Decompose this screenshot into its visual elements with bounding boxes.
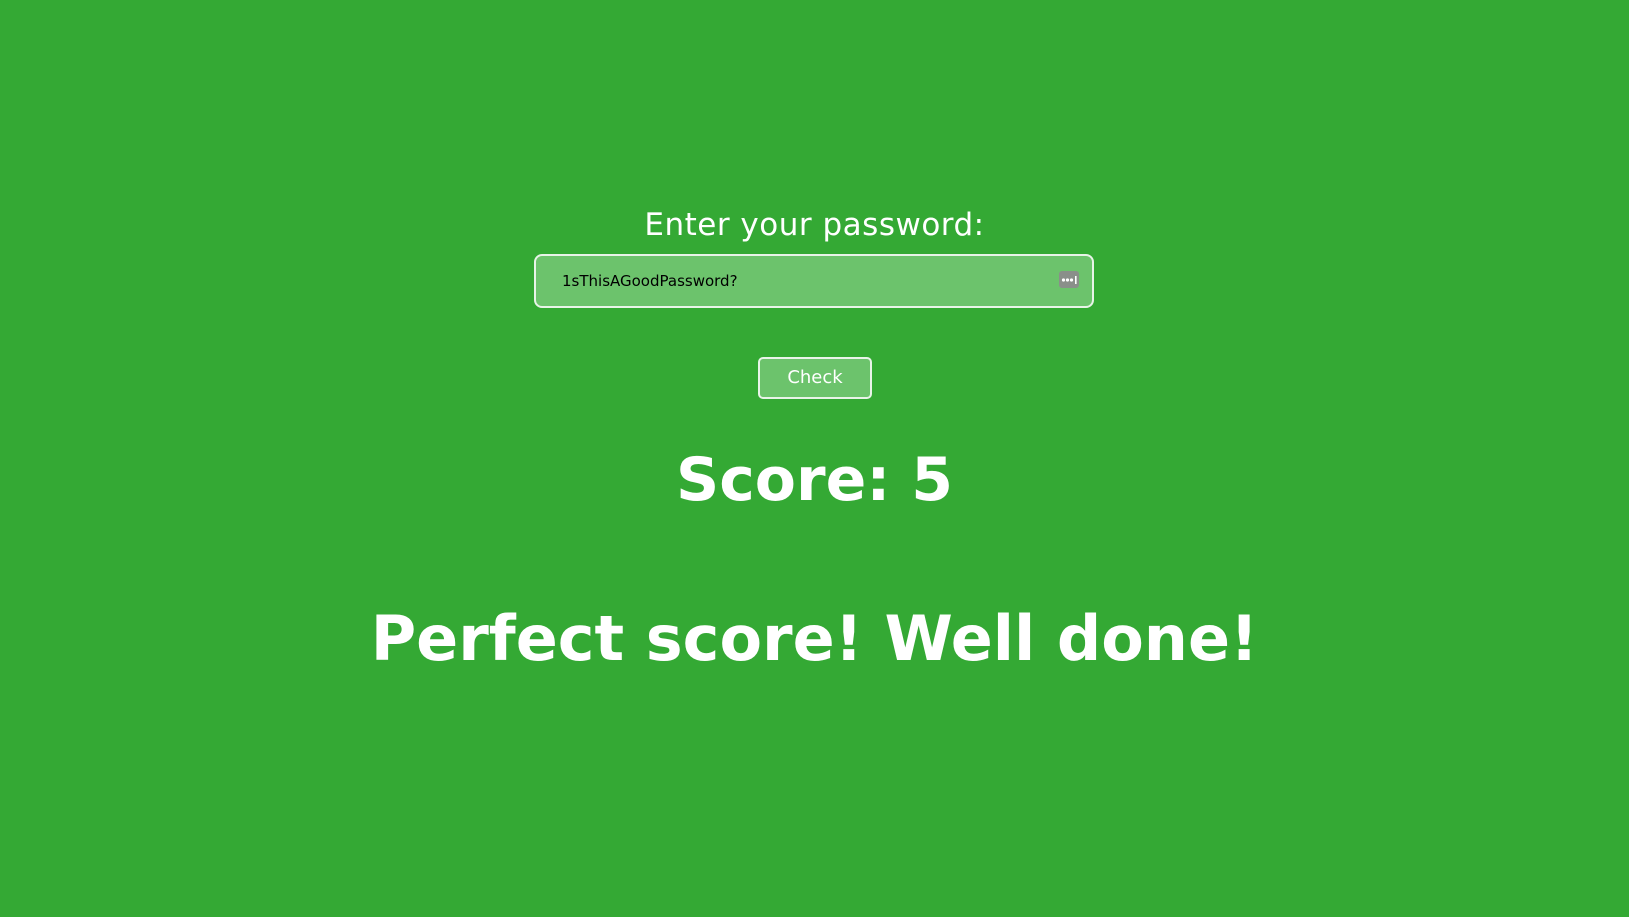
score-display: Score: 5 [676,445,953,515]
password-input[interactable] [536,256,1092,306]
password-field[interactable] [534,254,1094,308]
password-prompt-label: Enter your password: [644,207,985,243]
check-button[interactable]: Check [758,357,872,399]
password-manager-icon[interactable] [1059,271,1079,288]
password-checker-page: Enter your password: Check Score: 5 Perf… [0,0,1629,917]
result-message: Perfect score! Well done! [370,602,1259,675]
